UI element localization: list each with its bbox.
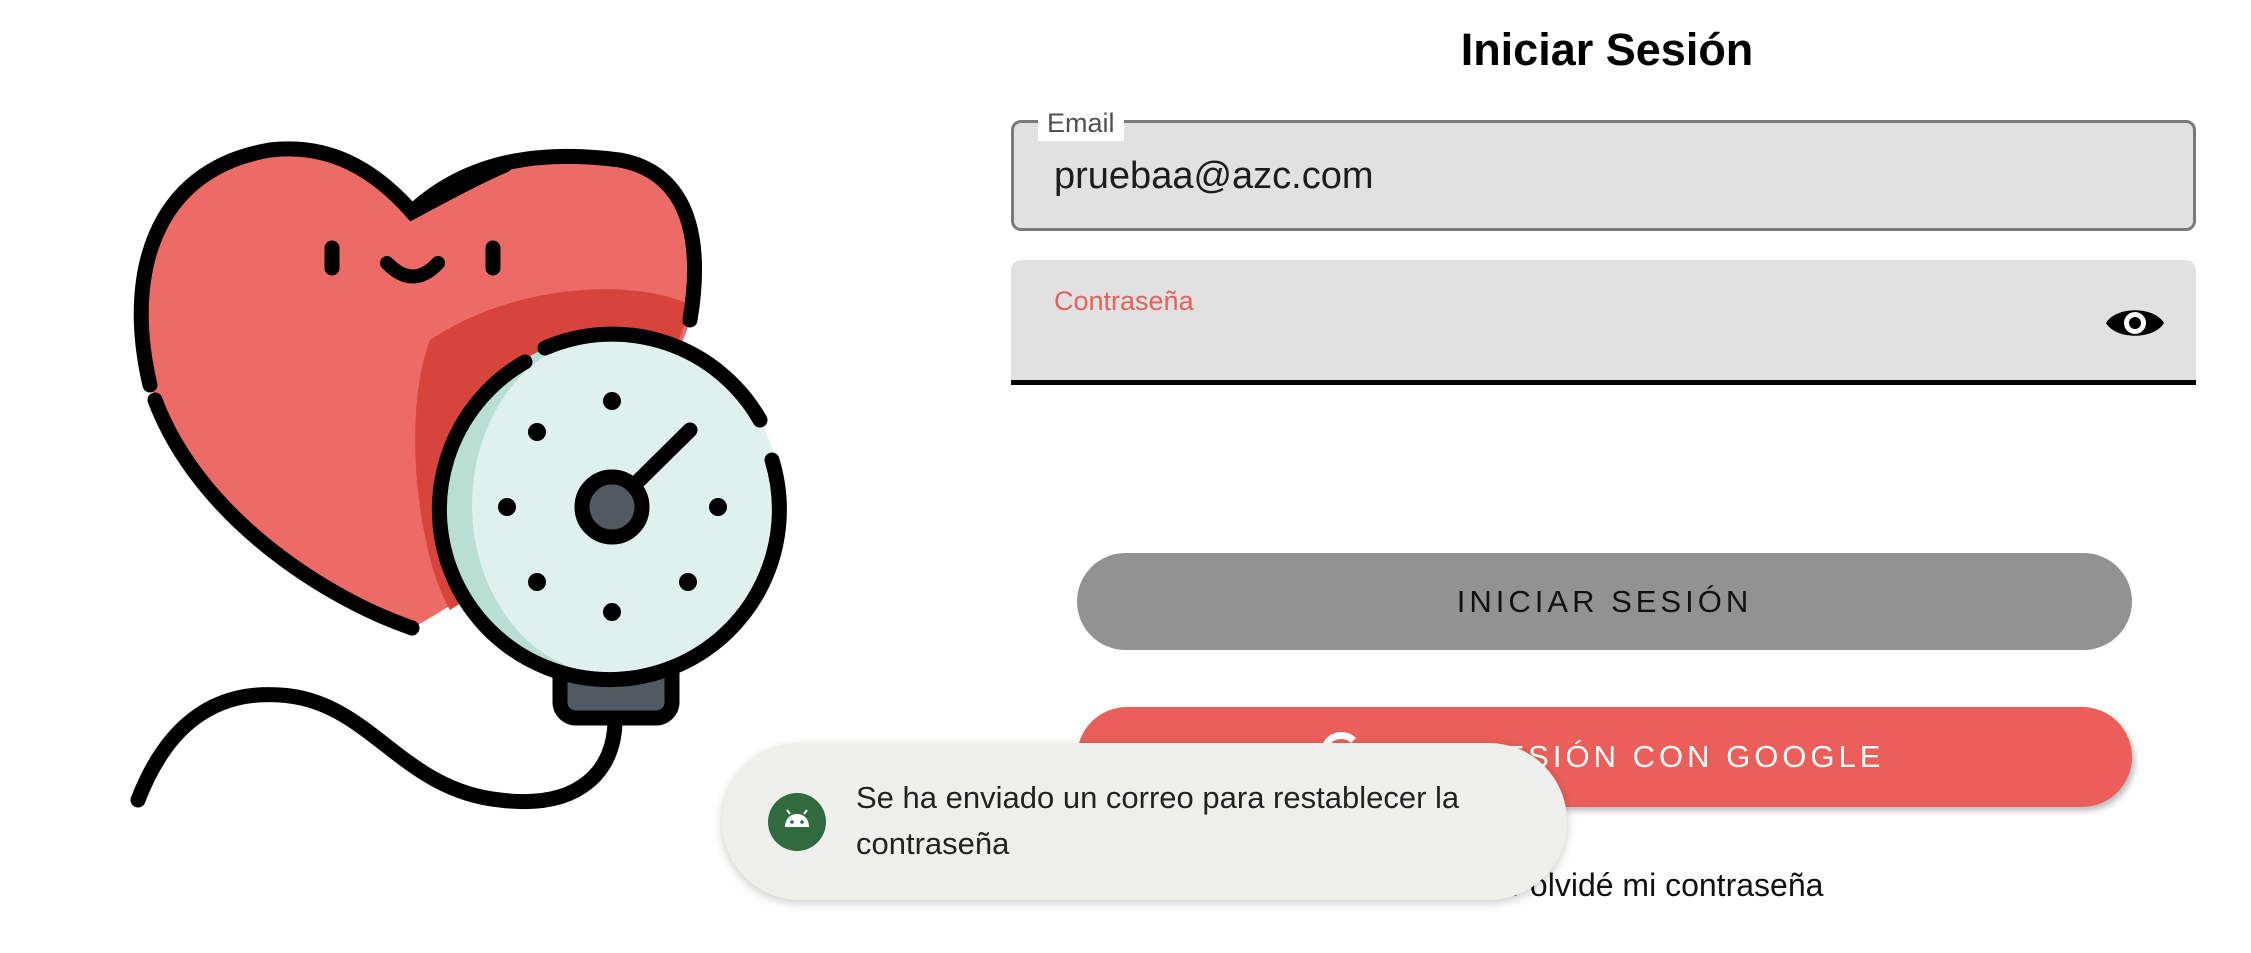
email-input-value[interactable]: pruebaa@azc.com xyxy=(1054,150,1374,202)
toast-notification: Se ha enviado un correo para restablecer… xyxy=(722,743,1567,900)
toast-message: Se ha enviado un correo para restablecer… xyxy=(856,780,1460,861)
eye-icon[interactable] xyxy=(2104,300,2166,346)
email-label: Email xyxy=(1038,105,1124,141)
login-button-label: INICIAR SESIÓN xyxy=(1456,583,1753,619)
password-field[interactable] xyxy=(1011,260,2196,385)
page-title: Iniciar Sesión xyxy=(1460,24,1754,75)
password-label: Contraseña xyxy=(1054,286,1194,316)
android-icon xyxy=(768,793,826,851)
login-button[interactable]: INICIAR SESIÓN xyxy=(1077,553,2132,650)
